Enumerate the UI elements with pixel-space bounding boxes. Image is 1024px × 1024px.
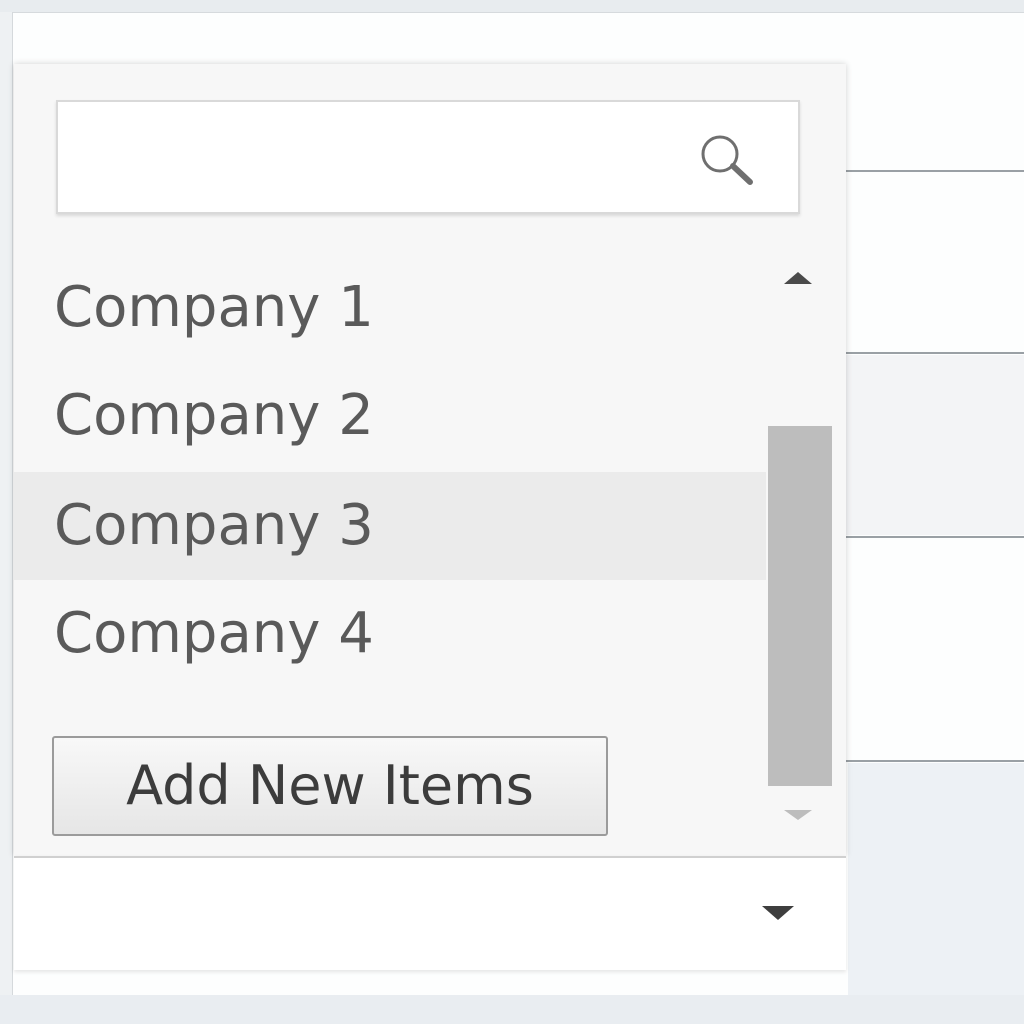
- list-item[interactable]: Company 1: [14, 254, 766, 362]
- page-bottom-bar: [0, 995, 1024, 1024]
- background-row: [840, 355, 1024, 535]
- scrollbar-thumb[interactable]: [768, 426, 832, 786]
- background-row: [848, 763, 1024, 995]
- background-row-divider: [840, 352, 1024, 354]
- list-item[interactable]: Company 4: [14, 580, 766, 688]
- company-list: Company 1 Company 2 Company 3 Company 4: [14, 254, 766, 734]
- background-row-divider: [840, 536, 1024, 538]
- company-dropdown-panel: Company 1 Company 2 Company 3 Company 4 …: [14, 64, 846, 856]
- search-icon[interactable]: [688, 124, 768, 194]
- search-box[interactable]: [56, 100, 800, 214]
- list-item[interactable]: Company 2: [14, 362, 766, 470]
- page-top-bar: [0, 0, 1024, 13]
- chevron-down-icon[interactable]: [784, 810, 812, 820]
- background-row-divider: [840, 170, 1024, 172]
- list-scrollbar[interactable]: [768, 254, 832, 834]
- add-new-items-button[interactable]: Add New Items: [52, 736, 608, 836]
- list-item-selected[interactable]: Company 3: [14, 472, 766, 580]
- chevron-up-icon[interactable]: [784, 272, 812, 284]
- background-row-divider: [840, 760, 1024, 762]
- page: Company 1 Company 2 Company 3 Company 4 …: [0, 0, 1024, 1024]
- caret-down-icon[interactable]: [762, 906, 794, 920]
- company-combo-box[interactable]: [14, 856, 846, 970]
- page-left-edge: [0, 12, 13, 1024]
- search-input[interactable]: [68, 112, 672, 204]
